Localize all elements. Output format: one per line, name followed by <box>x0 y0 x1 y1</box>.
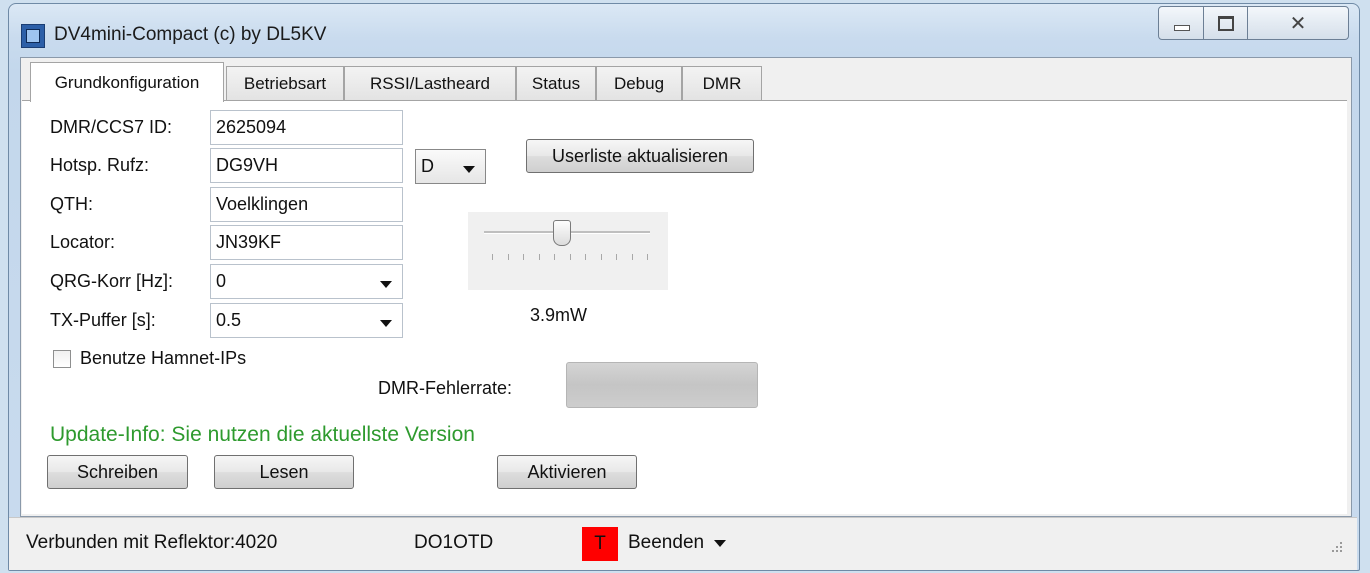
dmr-id-label: DMR/CCS7 ID: <box>50 117 173 137</box>
slider-tick <box>585 254 586 260</box>
tab-grundkonfiguration[interactable]: Grundkonfiguration <box>30 62 224 102</box>
chevron-down-icon <box>380 320 392 327</box>
quit-dropdown[interactable]: Beenden <box>628 532 727 554</box>
slider-tick <box>538 254 540 260</box>
callsign-label: Hotsp. Rufz: <box>50 155 150 175</box>
slider-tick <box>523 254 524 260</box>
slider-tick <box>647 254 648 260</box>
chevron-down-icon <box>714 539 727 547</box>
error-rate-indicator <box>566 362 758 408</box>
callsign-suffix-value: D <box>421 156 434 176</box>
power-slider[interactable] <box>468 212 668 290</box>
update-userlist-button[interactable]: Userliste aktualisieren <box>526 139 754 173</box>
qrg-label: QRG-Korr [Hz]: <box>50 271 174 291</box>
tab-betriebsart[interactable]: Betriebsart <box>226 66 344 100</box>
txbuf-label: TX-Puffer [s]: <box>50 310 156 330</box>
write-button[interactable]: Schreiben <box>47 455 188 489</box>
slider-tick <box>492 254 493 260</box>
slider-tick <box>554 254 555 260</box>
slider-tick <box>631 254 633 260</box>
dmr-id-input[interactable]: 2625094 <box>210 110 403 145</box>
window-title: DV4mini-Compact (c) by DL5KV <box>54 24 327 45</box>
locator-input[interactable]: JN39KF <box>210 225 403 260</box>
slider-tick <box>507 254 509 260</box>
slider-tick <box>600 254 602 260</box>
tx-indicator: T <box>582 527 618 561</box>
qth-input[interactable]: Voelklingen <box>210 187 403 222</box>
locator-label: Locator: <box>50 232 116 252</box>
app-icon <box>21 24 45 48</box>
close-button[interactable]: ✕ <box>1247 6 1349 40</box>
tab-status[interactable]: Status <box>516 66 596 100</box>
hamnet-label: Benutze Hamnet-IPs <box>80 348 247 368</box>
hamnet-checkbox[interactable] <box>53 350 71 368</box>
qrg-select-value: 0 <box>216 271 227 291</box>
resize-grip-icon[interactable] <box>1326 538 1344 556</box>
maximize-button[interactable] <box>1203 6 1249 40</box>
restore-icon <box>1218 15 1234 31</box>
power-value-label: 3.9mW <box>530 305 588 325</box>
minimize-button[interactable] <box>1158 6 1205 40</box>
activate-button[interactable]: Aktivieren <box>497 455 637 489</box>
tab-rssi-lastheard[interactable]: RSSI/Lastheard <box>344 66 516 100</box>
slider-tick <box>616 254 617 260</box>
txbuf-select[interactable]: 0.5 <box>210 303 403 338</box>
chevron-down-icon <box>380 281 392 288</box>
callsign-status: DO1OTD <box>414 532 494 553</box>
txbuf-select-value: 0.5 <box>216 310 242 330</box>
close-icon: ✕ <box>1289 12 1307 35</box>
tab-debug[interactable]: Debug <box>596 66 682 100</box>
minimize-icon <box>1173 25 1190 31</box>
tab-dmr[interactable]: DMR <box>682 66 762 100</box>
slider-thumb[interactable] <box>553 220 572 246</box>
callsign-input[interactable]: DG9VH <box>210 148 403 183</box>
connection-status: Verbunden mit Reflektor:4020 <box>26 532 278 553</box>
qth-label: QTH: <box>50 194 93 214</box>
chevron-down-icon <box>463 166 475 173</box>
slider-tick <box>569 254 571 260</box>
update-info-text: Update-Info: Sie nutzen die aktuellste V… <box>50 423 475 446</box>
read-button[interactable]: Lesen <box>214 455 354 489</box>
quit-label: Beenden <box>628 532 705 553</box>
qrg-select[interactable]: 0 <box>210 264 403 299</box>
callsign-suffix-select[interactable]: D <box>415 149 486 184</box>
error-rate-label: DMR-Fehlerrate: <box>378 378 513 398</box>
